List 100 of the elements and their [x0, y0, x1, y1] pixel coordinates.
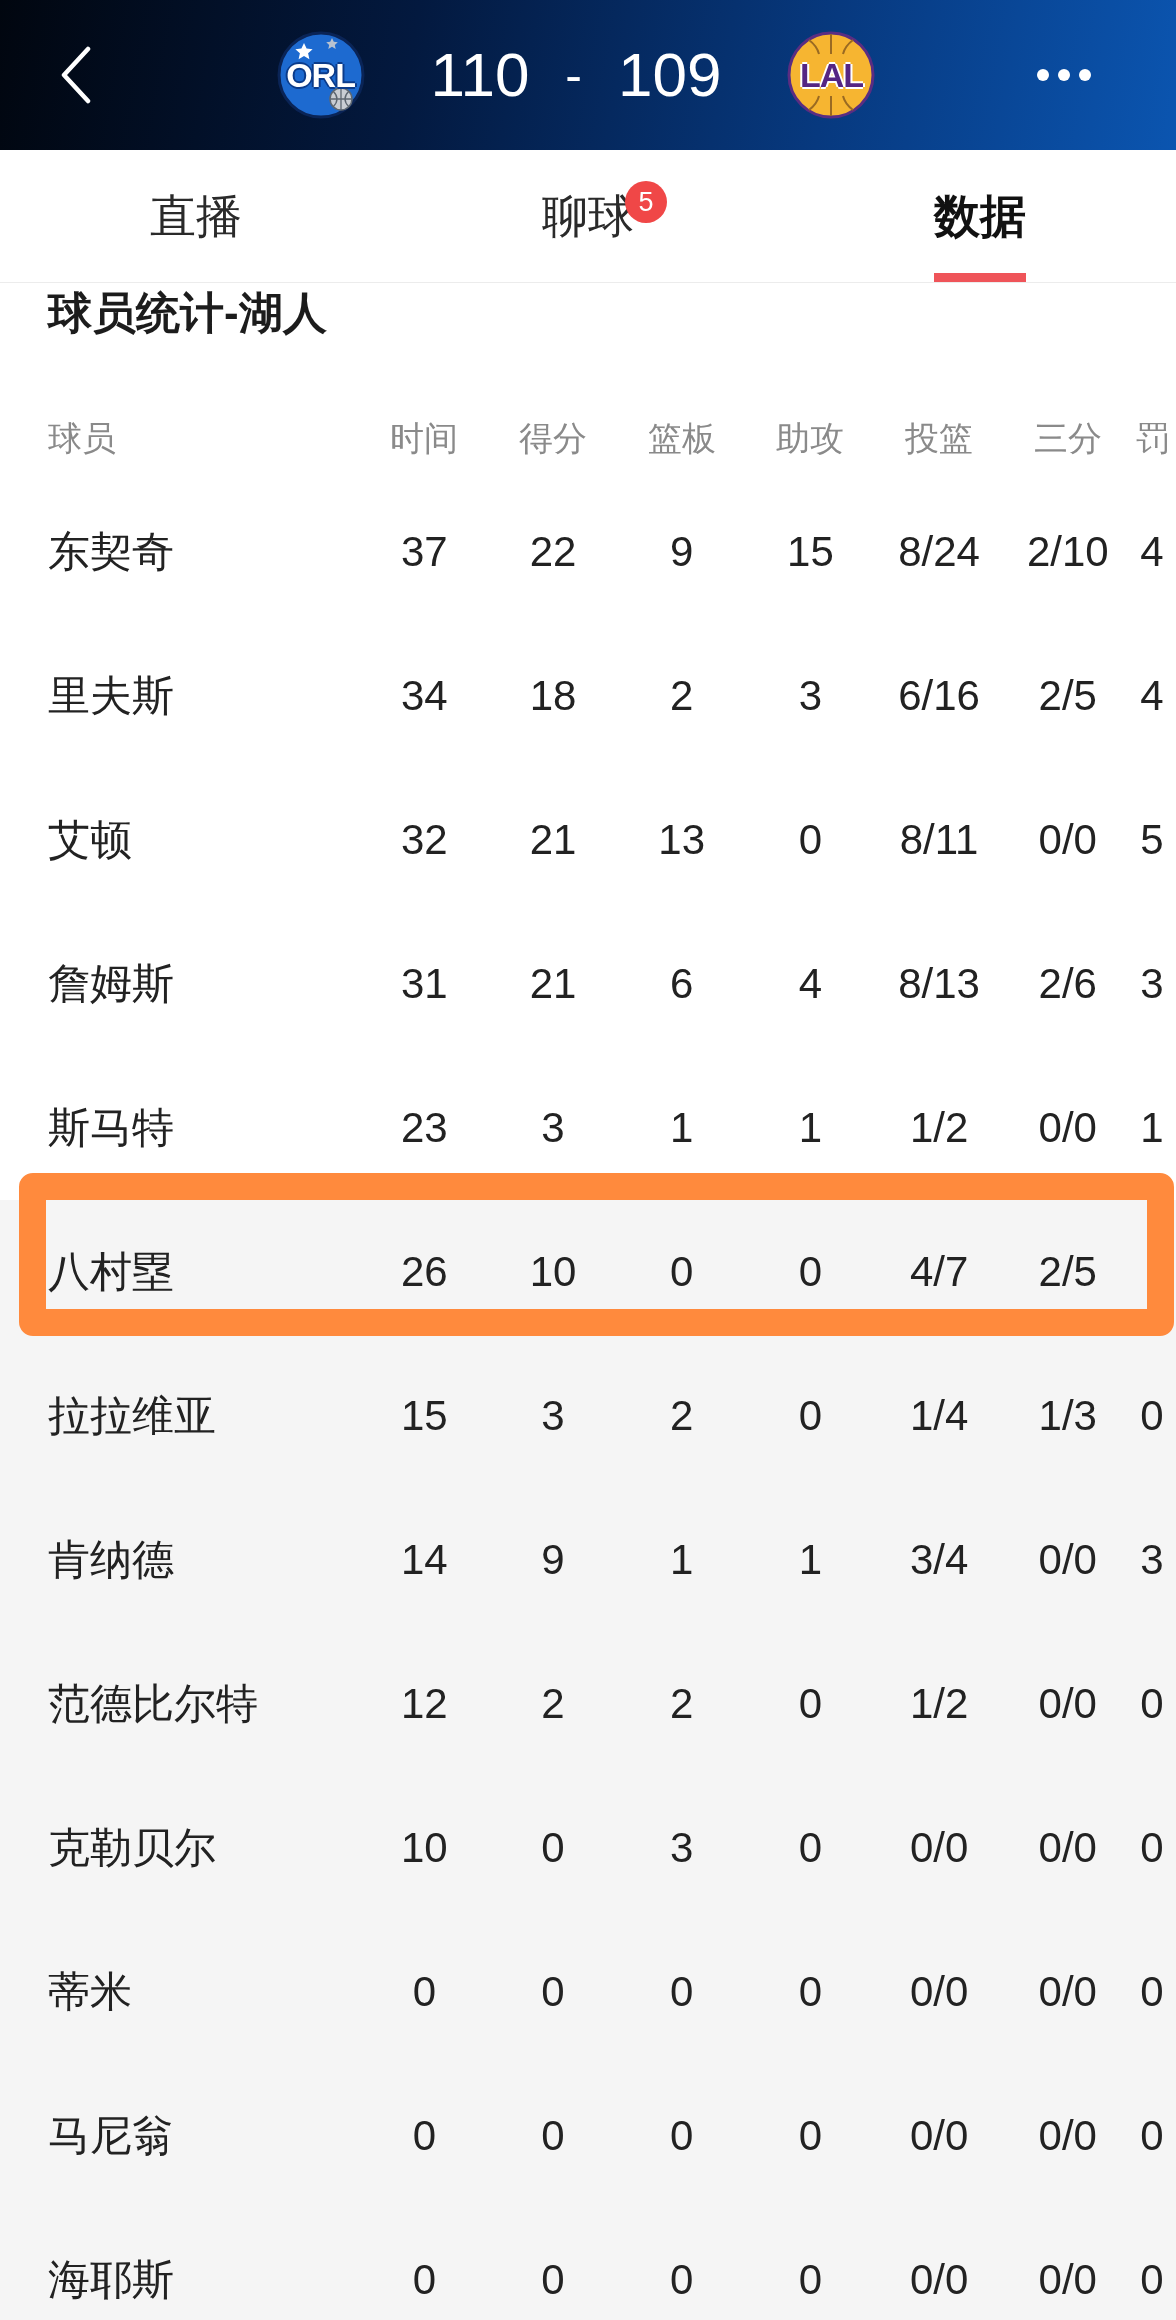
stat-value: 1/2 [908, 1107, 970, 1149]
stat-value: 15 [400, 1395, 449, 1437]
stat-value: 0 [797, 1395, 824, 1437]
player-name: 马尼翁 [48, 2115, 175, 2157]
home-score: 110 [430, 44, 530, 106]
stat-value: 2/6 [1037, 963, 1098, 1005]
stat-value: 21 [528, 819, 578, 861]
player-name: 肯纳德 [48, 1539, 175, 1581]
stat-value: 3 [540, 1107, 566, 1149]
column-header: 球员 [48, 417, 117, 458]
stat-value: 0/0 [908, 2115, 970, 2157]
chevron-left-icon [60, 46, 92, 104]
stat-value: 21 [528, 963, 578, 1005]
stat-value: 0 [797, 1971, 824, 2013]
stat-value: 9 [540, 1539, 566, 1581]
more-button[interactable] [1036, 68, 1092, 82]
stat-value: 1 [1139, 1107, 1165, 1149]
stat-value: 0 [540, 1827, 566, 1869]
player-name: 八村塁 [48, 1251, 175, 1293]
stat-value: 0 [540, 2259, 566, 2301]
column-header: 篮板 [646, 417, 717, 458]
stat-value: 13 [657, 819, 707, 861]
more-icon [1036, 68, 1092, 82]
tab[interactable]: 直播 [0, 150, 392, 282]
stat-value: 8/13 [897, 963, 981, 1005]
stat-value: 3 [669, 1827, 695, 1869]
player-name: 斯马特 [48, 1107, 175, 1149]
stat-value: 3 [1139, 1539, 1165, 1581]
stat-value: 0 [1139, 1395, 1165, 1437]
stat-value: 0 [1139, 1683, 1165, 1725]
column-header: 罚 [1135, 417, 1172, 458]
column-header: 投篮 [904, 417, 975, 458]
stat-value: 15 [786, 531, 835, 573]
stat-value: 0/0 [908, 1827, 970, 1869]
stat-value: 31 [400, 963, 449, 1005]
team-abbreviation: ORL [286, 58, 355, 92]
stat-value: 2 [669, 675, 695, 717]
player-name: 拉拉维亚 [48, 1395, 217, 1437]
stat-value: 0 [797, 1827, 824, 1869]
stat-value: 9 [669, 531, 695, 573]
stat-value: 2 [669, 1683, 695, 1725]
away-score: 109 [618, 44, 722, 106]
stat-value: 0 [669, 1971, 695, 2013]
stat-value: 0 [1139, 2115, 1165, 2157]
stat-value: 0 [1139, 1971, 1165, 2013]
stat-value: 4 [1139, 531, 1165, 573]
stat-value: 2/5 [1037, 675, 1098, 717]
stat-value: 3/4 [908, 1539, 970, 1581]
player-name: 里夫斯 [48, 675, 175, 717]
stat-value: 2/5 [1037, 1251, 1098, 1293]
stat-value: 10 [528, 1251, 578, 1293]
stat-value: 1 [797, 1107, 824, 1149]
stat-value: 1/2 [908, 1683, 970, 1725]
stat-value: 0 [411, 2259, 437, 2301]
stat-value: 4 [797, 963, 824, 1005]
stat-value: 0 [669, 2115, 695, 2157]
player-name: 范德比尔特 [48, 1683, 259, 1725]
stat-value: 0/0 [908, 1971, 970, 2013]
section-title: 球员统计-湖人 [46, 287, 328, 339]
stat-value: 1 [669, 1107, 695, 1149]
stat-value: 5 [1139, 819, 1165, 861]
player-name: 克勒贝尔 [48, 1827, 217, 1869]
team-logo-icon [276, 31, 365, 119]
stat-value: 1 [797, 1539, 824, 1581]
stat-value: 0/0 [1037, 1971, 1098, 2013]
team-logo-icon [787, 31, 876, 119]
team-abbreviation: LAL [799, 58, 863, 92]
stat-value: 34 [400, 675, 449, 717]
stat-value: 0/0 [1037, 2115, 1098, 2157]
stat-value: 0 [540, 2115, 566, 2157]
player-name: 东契奇 [48, 531, 175, 573]
stat-value: 4/7 [908, 1251, 970, 1293]
stat-value: 0 [411, 2115, 437, 2157]
column-header: 三分 [1032, 417, 1103, 458]
stat-value: 0 [669, 1251, 695, 1293]
stat-value: 10 [400, 1827, 449, 1869]
stat-value: 3 [540, 1395, 566, 1437]
stat-value: 0/0 [1037, 1539, 1098, 1581]
stat-value: 2/10 [1025, 531, 1110, 573]
back-button[interactable] [60, 46, 92, 104]
stat-value: 18 [528, 675, 578, 717]
stat-value: 0 [797, 1251, 824, 1293]
stat-value: 22 [528, 531, 578, 573]
stat-value: 6 [669, 963, 695, 1005]
stat-value: 0 [797, 2115, 824, 2157]
stat-value: 3 [797, 675, 824, 717]
stat-value: 1/4 [908, 1395, 970, 1437]
stat-value: 0 [1139, 2259, 1165, 2301]
column-header: 时间 [389, 417, 460, 458]
stat-value: 6/16 [897, 675, 981, 717]
player-name: 海耶斯 [48, 2259, 175, 2301]
stat-value: 1/3 [1037, 1395, 1098, 1437]
column-header: 得分 [518, 417, 589, 458]
stat-value: 0 [411, 1971, 437, 2013]
stat-value: 0 [797, 2259, 824, 2301]
stat-value: 0 [1139, 1827, 1165, 1869]
stat-value: 1 [669, 1539, 695, 1581]
stat-value: 3 [1139, 963, 1165, 1005]
stat-value: 37 [400, 531, 449, 573]
player-name: 艾顿 [48, 819, 133, 861]
